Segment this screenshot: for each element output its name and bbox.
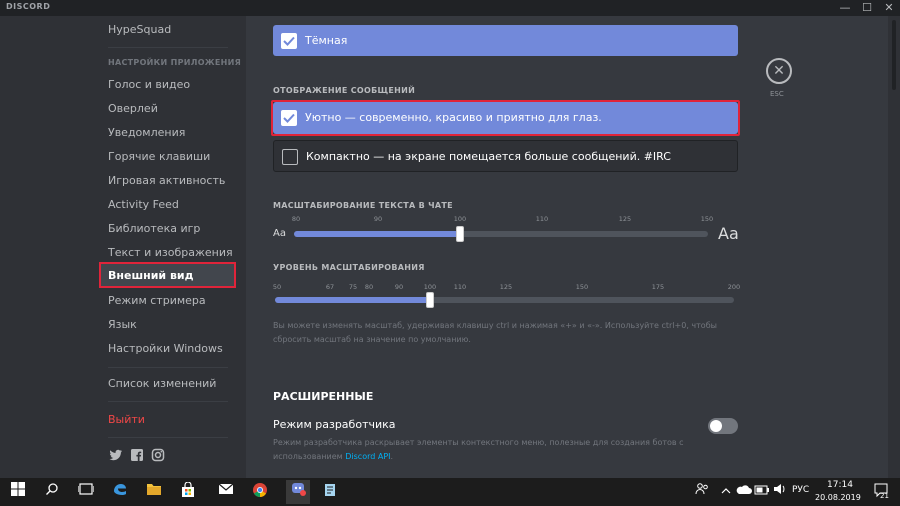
file-explorer-icon[interactable] (144, 482, 164, 502)
notification-count: 21 (880, 492, 889, 500)
font-size-small-label: Aa (273, 228, 286, 239)
sidebar-item-changelog[interactable]: Список изменений (108, 377, 216, 390)
slider-tick-label: 110 (453, 283, 467, 291)
sidebar-item-appearance[interactable]: Внешний вид (99, 262, 236, 288)
windows-taskbar: РУС 17:14 20.08.2019 21 (0, 478, 900, 506)
zoom-level-handle[interactable] (426, 292, 434, 308)
minimize-button[interactable]: — (834, 0, 856, 16)
sidebar-item-text-images[interactable]: Текст и изображения (108, 246, 233, 259)
sidebar-item-logout[interactable]: Выйти (108, 413, 145, 426)
slider-tick-label: 90 (394, 283, 404, 291)
onedrive-icon[interactable] (734, 482, 754, 502)
language-indicator[interactable]: РУС (792, 485, 809, 495)
sidebar-item-windows-settings[interactable]: Настройки Windows (108, 342, 223, 355)
chat-font-scaling-handle[interactable] (456, 226, 464, 242)
developer-mode-hint: Режим разработчика раскрывает элементы к… (273, 436, 743, 464)
checkbox-checked[interactable] (281, 33, 297, 49)
windows-start-icon[interactable] (8, 482, 28, 502)
close-window-button[interactable]: ✕ (878, 0, 900, 16)
developer-mode-hint-suffix: . (390, 452, 394, 461)
sidebar-item-label: Внешний вид (108, 269, 194, 282)
app-brand: DISCORD (6, 2, 51, 11)
theme-dark-label: Тёмная (305, 34, 348, 47)
sidebar-section-header: НАСТРОЙКИ ПРИЛОЖЕНИЯ (108, 58, 242, 67)
close-settings-button[interactable]: ✕ (766, 58, 792, 84)
discord-taskbar-icon[interactable] (286, 480, 310, 504)
message-display-header: ОТОБРАЖЕНИЕ СООБЩЕНИЙ (273, 86, 416, 95)
developer-mode-hint-text: Режим разработчика раскрывает элементы к… (273, 438, 684, 461)
chat-font-scaling-fill (294, 231, 460, 237)
zoom-hint-text: Вы можете изменять масштаб, удерживая кл… (273, 321, 717, 344)
chevron-up-icon[interactable] (716, 482, 736, 502)
facebook-icon[interactable] (130, 448, 144, 462)
sidebar-item-overlay[interactable]: Оверлей (108, 102, 158, 115)
slider-tick-label: 150 (575, 283, 589, 291)
notepad-icon[interactable] (320, 482, 340, 502)
search-icon[interactable] (42, 482, 62, 502)
store-icon[interactable] (178, 481, 198, 502)
sidebar-item-activity-feed[interactable]: Activity Feed (108, 198, 179, 211)
sidebar-item-streamer-mode[interactable]: Режим стримера (108, 294, 206, 307)
sidebar-item-keybinds[interactable]: Горячие клавиши (108, 150, 210, 163)
slider-tick-label: 125 (618, 215, 632, 223)
people-icon[interactable] (692, 482, 712, 502)
title-bar: DISCORD — ☐ ✕ (0, 0, 900, 16)
twitter-icon[interactable] (109, 448, 123, 462)
sidebar-item-notifications[interactable]: Уведомления (108, 126, 185, 139)
instagram-icon[interactable] (151, 448, 165, 462)
sidebar-divider (108, 437, 228, 438)
sidebar-item-language[interactable]: Язык (108, 318, 137, 331)
theme-dark-option[interactable]: Тёмная (273, 25, 738, 56)
zoom-level-header: УРОВЕНЬ МАСШТАБИРОВАНИЯ (273, 263, 425, 272)
sidebar-item-game-activity[interactable]: Игровая активность (108, 174, 225, 187)
developer-mode-toggle[interactable] (708, 418, 738, 434)
battery-icon[interactable] (752, 482, 772, 502)
slider-tick-label: 175 (651, 283, 665, 291)
slider-tick-label: 80 (364, 283, 374, 291)
volume-icon[interactable] (770, 482, 790, 502)
slider-tick-label: 75 (348, 283, 358, 291)
slider-tick-label: 150 (700, 215, 714, 223)
slider-tick-label: 200 (727, 283, 741, 291)
highlight-box (271, 100, 740, 136)
sidebar-item-game-library[interactable]: Библиотека игр (108, 222, 200, 235)
font-size-big-label: Aa (718, 224, 739, 243)
mail-icon[interactable] (216, 482, 236, 502)
maximize-button[interactable]: ☐ (856, 0, 878, 16)
sidebar-divider (108, 367, 228, 368)
task-view-icon[interactable] (76, 482, 96, 502)
slider-tick-label: 100 (423, 283, 437, 291)
message-display-compact-option[interactable]: Компактно — на экране помещается больше … (273, 140, 738, 172)
slider-tick-label: 90 (373, 215, 383, 223)
developer-mode-label: Режим разработчика (273, 418, 396, 431)
esc-label: ESC (770, 90, 784, 98)
slider-tick-label: 50 (272, 283, 282, 291)
sidebar-item-hypesquad[interactable]: HypeSquad (108, 23, 171, 36)
slider-tick-label: 125 (499, 283, 513, 291)
discord-api-link[interactable]: Discord API (345, 452, 390, 461)
toggle-knob (710, 420, 722, 432)
zoom-level-fill (275, 297, 430, 303)
slider-tick-label: 100 (453, 215, 467, 223)
chrome-browser-icon[interactable] (250, 482, 270, 502)
compact-label: Компактно — на экране помещается больше … (306, 150, 671, 163)
scrollbar-thumb[interactable] (892, 20, 896, 90)
slider-tick-label: 67 (325, 283, 335, 291)
edge-browser-icon[interactable] (110, 482, 130, 502)
slider-tick-label: 110 (535, 215, 549, 223)
sidebar-item-voice[interactable]: Голос и видео (108, 78, 190, 91)
slider-tick-label: 80 (291, 215, 301, 223)
sidebar-divider (108, 401, 228, 402)
advanced-header: РАСШИРЕННЫЕ (273, 390, 374, 403)
clock-date[interactable]: 20.08.2019 (815, 493, 861, 502)
sidebar-divider (108, 47, 228, 48)
chat-font-scaling-header: МАСШТАБИРОВАНИЕ ТЕКСТА В ЧАТЕ (273, 201, 453, 210)
checkbox-unchecked[interactable] (282, 149, 298, 165)
clock-time[interactable]: 17:14 (827, 480, 853, 490)
